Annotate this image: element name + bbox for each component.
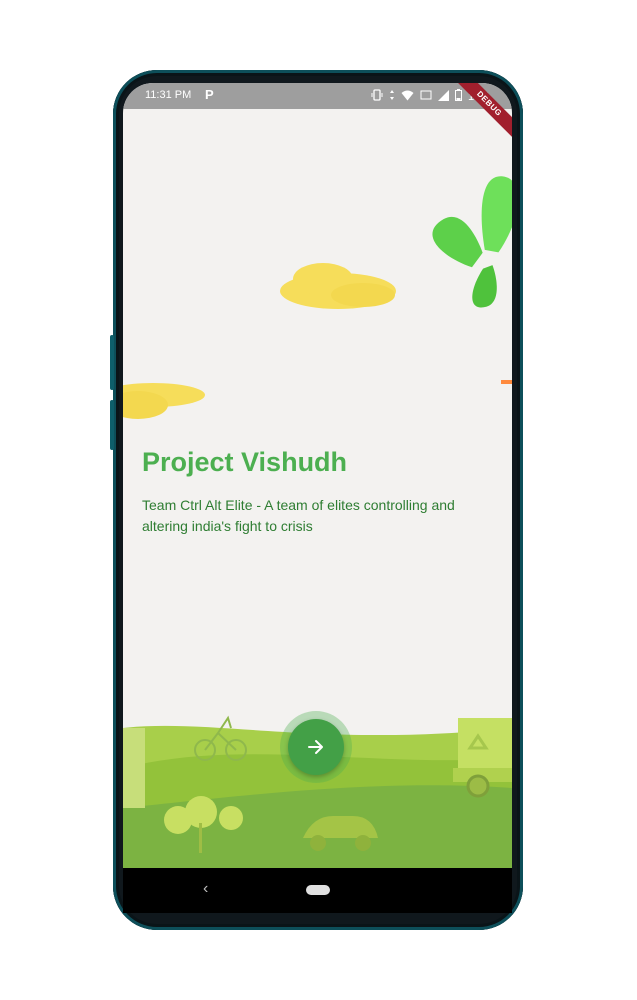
- arrow-right-icon: [308, 740, 323, 754]
- butterfly-icon: [432, 176, 512, 308]
- power-button: [110, 400, 114, 450]
- next-button[interactable]: [288, 719, 344, 775]
- app-screen: 11:31 PM P 18% DEBUG Project V: [123, 83, 512, 868]
- status-time: 11:31 PM: [145, 89, 192, 101]
- next-button-ring: [280, 711, 352, 783]
- page-title: Project Vishudh: [142, 447, 348, 477]
- page-subtitle: Team Ctrl Alt Elite - A team of elites c…: [142, 497, 455, 534]
- app-notification-icon: P: [205, 87, 214, 102]
- back-chevron-icon[interactable]: ‹: [203, 880, 208, 898]
- vibrate-icon: [371, 89, 383, 104]
- volume-button: [110, 335, 114, 390]
- data-arrows-icon: [389, 89, 395, 104]
- system-nav-bar: ‹: [123, 868, 512, 913]
- status-bar: 11:31 PM P 18%: [123, 83, 512, 109]
- wifi-icon: [401, 90, 414, 104]
- signal-icon: [437, 89, 449, 104]
- home-pill-icon[interactable]: [306, 885, 330, 895]
- lte-icon: [420, 89, 432, 104]
- battery-icon: [454, 89, 462, 104]
